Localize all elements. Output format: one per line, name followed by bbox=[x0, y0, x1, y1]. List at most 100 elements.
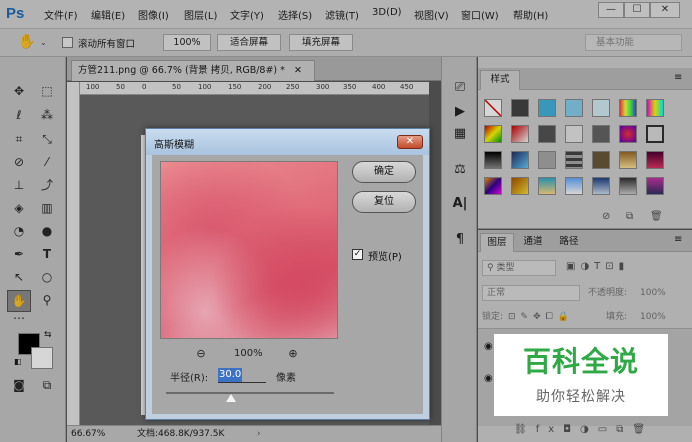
type-tool-icon[interactable]: T bbox=[36, 244, 58, 264]
eyedropper-icon[interactable]: ⤡ bbox=[36, 129, 58, 149]
blur-tool-icon[interactable]: ◔ bbox=[8, 221, 30, 241]
layer-filter-icons[interactable]: ▣◑T⊡▮ bbox=[566, 261, 629, 272]
close-window-button[interactable]: ✕ bbox=[650, 2, 680, 18]
panel-menu-icon[interactable]: ≡ bbox=[674, 72, 682, 83]
menu-filter[interactable]: 滤镜(T) bbox=[325, 7, 359, 22]
style-swatch[interactable] bbox=[484, 177, 502, 195]
menu-type[interactable]: 文字(Y) bbox=[230, 7, 264, 22]
visibility-eye-icon[interactable]: ◉ bbox=[484, 341, 493, 352]
zoom-in-icon[interactable]: ⊕ bbox=[286, 347, 300, 361]
adjustments-icon[interactable]: ▦ bbox=[449, 123, 471, 145]
menu-3d[interactable]: 3D(D) bbox=[372, 7, 402, 18]
path-select-icon[interactable]: ↖ bbox=[8, 267, 30, 287]
menu-view[interactable]: 视图(V) bbox=[414, 7, 449, 22]
tab-layers[interactable]: 图层 bbox=[480, 233, 514, 252]
menu-window[interactable]: 窗口(W) bbox=[461, 7, 499, 22]
ellipse-tool-icon[interactable]: ○ bbox=[36, 267, 58, 287]
default-colors-icon[interactable]: ◧ bbox=[14, 357, 22, 366]
style-swatch[interactable] bbox=[538, 125, 556, 143]
style-swatch[interactable] bbox=[592, 151, 610, 169]
trash-icon[interactable]: 🗑 bbox=[650, 211, 663, 222]
dodge-tool-icon[interactable]: ● bbox=[36, 221, 58, 241]
preview-checkbox[interactable]: ✓ bbox=[352, 249, 363, 260]
style-swatch[interactable] bbox=[619, 177, 637, 195]
style-swatch[interactable] bbox=[565, 99, 583, 117]
style-swatch[interactable] bbox=[484, 125, 502, 143]
style-swatch[interactable] bbox=[565, 177, 583, 195]
more-tools-icon[interactable]: … bbox=[8, 305, 30, 325]
visibility-eye-icon[interactable]: ◉ bbox=[484, 373, 493, 384]
background-color[interactable] bbox=[31, 347, 53, 369]
clone-stamp-icon[interactable]: ⊥ bbox=[8, 175, 30, 195]
move-tool-icon[interactable]: ✥ bbox=[8, 81, 30, 101]
history-brush-icon[interactable]: ⤴ bbox=[36, 175, 58, 195]
zoom-out-icon[interactable]: ⊖ bbox=[194, 347, 208, 361]
layer-filter-select[interactable]: ⚲ 类型 bbox=[482, 260, 556, 276]
dialog-close-button[interactable]: ✕ bbox=[397, 135, 423, 149]
style-swatch[interactable] bbox=[619, 151, 637, 169]
style-swatch[interactable] bbox=[619, 99, 637, 117]
style-swatch[interactable] bbox=[646, 177, 664, 195]
quick-mask-icon[interactable]: ◙ bbox=[8, 375, 30, 395]
style-swatch[interactable] bbox=[592, 125, 610, 143]
style-swatch[interactable] bbox=[592, 99, 610, 117]
ok-button[interactable]: 确定 bbox=[352, 161, 416, 183]
marquee-tool-icon[interactable]: ⬚ bbox=[36, 81, 58, 101]
radius-slider-thumb[interactable] bbox=[226, 394, 236, 402]
status-zoom[interactable]: 66.67% bbox=[71, 426, 105, 442]
fit-screen-button[interactable]: 适合屏幕 bbox=[217, 34, 281, 51]
style-swatch[interactable] bbox=[646, 125, 664, 143]
style-swatch[interactable] bbox=[484, 151, 502, 169]
style-swatch[interactable] bbox=[565, 125, 583, 143]
pen-tool-icon[interactable]: ✒ bbox=[8, 244, 30, 264]
menu-file[interactable]: 文件(F) bbox=[44, 7, 78, 22]
dialog-titlebar[interactable]: 高斯模糊 ✕ bbox=[146, 129, 429, 155]
radius-value[interactable]: 30.0 bbox=[218, 368, 243, 382]
history-icon[interactable]: ⎚ bbox=[449, 77, 471, 99]
brush-tool-icon[interactable]: ⁄ bbox=[36, 152, 58, 172]
character-icon[interactable]: A| bbox=[449, 193, 471, 215]
style-swatch[interactable] bbox=[538, 151, 556, 169]
opacity-value[interactable]: 100% bbox=[640, 284, 666, 302]
menu-layer[interactable]: 图层(L) bbox=[184, 7, 217, 22]
workspace-select[interactable]: 基本功能 bbox=[585, 34, 682, 51]
style-swatch[interactable] bbox=[511, 125, 529, 143]
hand-tool-icon[interactable]: ✋ bbox=[18, 34, 35, 50]
chevron-down-icon[interactable]: ⌄ bbox=[40, 38, 47, 47]
eraser-icon[interactable]: ◈ bbox=[8, 198, 30, 218]
zoom-tool-icon[interactable]: ⚲ bbox=[36, 290, 58, 310]
zoom-100-button[interactable]: 100% bbox=[163, 34, 211, 51]
document-tab[interactable]: 方管211.png @ 66.7% (背景 拷贝, RGB/8#) * ✕ bbox=[71, 60, 315, 81]
layer-footer-icons[interactable]: ⛓fx◘◑▭⧉🗑 bbox=[514, 424, 654, 435]
style-swatch[interactable] bbox=[511, 177, 529, 195]
lasso-tool-icon[interactable]: ℓ bbox=[8, 105, 30, 125]
maximize-button[interactable]: ☐ bbox=[624, 2, 650, 18]
minimize-button[interactable]: — bbox=[598, 2, 624, 18]
gradient-icon[interactable]: ▥ bbox=[36, 198, 58, 218]
tab-styles[interactable]: 样式 bbox=[480, 70, 520, 90]
panel-menu-icon[interactable]: ≡ bbox=[674, 234, 682, 245]
properties-icon[interactable]: ⚖ bbox=[449, 159, 471, 181]
style-swatch[interactable] bbox=[646, 99, 664, 117]
clear-style-icon[interactable]: ⊘ bbox=[602, 211, 610, 222]
style-swatch[interactable] bbox=[646, 151, 664, 169]
style-swatch[interactable] bbox=[538, 177, 556, 195]
blend-mode-select[interactable]: 正常 bbox=[482, 285, 580, 301]
style-swatch[interactable] bbox=[619, 125, 637, 143]
menu-select[interactable]: 选择(S) bbox=[278, 7, 312, 22]
crop-tool-icon[interactable]: ⌗ bbox=[8, 129, 30, 149]
reset-button[interactable]: 复位 bbox=[352, 191, 416, 213]
lock-icons[interactable]: ⊡✎✥⧠🔒 bbox=[508, 308, 574, 326]
menu-edit[interactable]: 编辑(E) bbox=[91, 7, 125, 22]
style-swatch[interactable] bbox=[511, 151, 529, 169]
healing-brush-icon[interactable]: ⊘ bbox=[8, 152, 30, 172]
fill-screen-button[interactable]: 填充屏幕 bbox=[289, 34, 353, 51]
fill-value[interactable]: 100% bbox=[640, 308, 666, 326]
screen-mode-icon[interactable]: ⧉ bbox=[36, 375, 58, 395]
swap-colors-icon[interactable]: ⇆ bbox=[44, 330, 52, 340]
close-tab-icon[interactable]: ✕ bbox=[294, 65, 302, 76]
status-arrow-icon[interactable]: › bbox=[257, 426, 261, 442]
tab-paths[interactable]: 路径 bbox=[552, 233, 586, 252]
actions-play-icon[interactable]: ▶ bbox=[449, 101, 471, 123]
radius-slider-track[interactable] bbox=[166, 392, 334, 394]
